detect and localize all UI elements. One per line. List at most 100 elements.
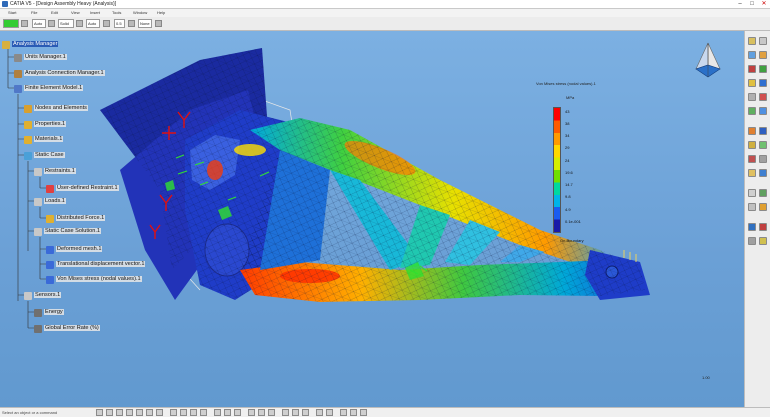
tree-item-static-case[interactable]: Static Case: [24, 150, 65, 161]
legend-value: 0.1e-001: [565, 219, 581, 224]
precision-tool-icon[interactable]: [748, 155, 756, 163]
sensor-tool-icon[interactable]: [759, 169, 767, 177]
catalog-icon[interactable]: [248, 409, 255, 416]
force-tool-icon[interactable]: [759, 79, 767, 87]
painter-icon[interactable]: [155, 20, 162, 27]
maximize-button[interactable]: □: [746, 0, 758, 9]
3d-viewport[interactable]: Analysis Manager Units Manager.1 Analysi…: [0, 31, 744, 407]
menu-window[interactable]: Window: [133, 9, 147, 17]
stress-legend[interactable]: Von Mises stress (nodal values).1 MPa 43…: [530, 81, 640, 281]
transparency-field[interactable]: 0.5: [114, 19, 125, 28]
clamp-tool-icon[interactable]: [748, 65, 756, 73]
command-prompt[interactable]: Select an object or a command: [2, 409, 57, 416]
tree-item-energy[interactable]: Energy: [34, 307, 64, 318]
pressure-tool-icon[interactable]: [748, 79, 756, 87]
adaptivity-tool-icon[interactable]: [759, 203, 767, 211]
export-tool-icon[interactable]: [759, 189, 767, 197]
close-button[interactable]: ✕: [758, 0, 770, 9]
tree-item-force[interactable]: Distributed Force.1: [46, 213, 106, 224]
animate-tool-icon[interactable]: [759, 155, 767, 163]
moment-tool-icon[interactable]: [748, 93, 756, 101]
zoom-in-icon[interactable]: [126, 409, 133, 416]
menu-tools[interactable]: Tools: [112, 9, 121, 17]
snap-icon[interactable]: [340, 409, 347, 416]
menu-file[interactable]: File: [31, 9, 37, 17]
minimize-button[interactable]: –: [734, 0, 746, 9]
dropdown-icon[interactable]: [21, 20, 28, 27]
menu-edit[interactable]: Edit: [51, 9, 58, 17]
tree-item-sensors[interactable]: Sensors.1: [24, 290, 62, 301]
menu-view[interactable]: View: [71, 9, 80, 17]
tree-item-solution[interactable]: Static Case Solution.1: [34, 226, 102, 237]
measure-tool-icon[interactable]: [759, 237, 767, 245]
hide-show-icon[interactable]: [190, 409, 197, 416]
normal-view-icon[interactable]: [156, 409, 163, 416]
deformation-tool-icon[interactable]: [759, 127, 767, 135]
restraint-tool-icon[interactable]: [759, 51, 767, 59]
image-tool-icon[interactable]: [748, 127, 756, 135]
measure-between-icon[interactable]: [258, 409, 265, 416]
solver-tool-icon[interactable]: [759, 223, 767, 231]
menu-help[interactable]: Help: [157, 9, 165, 17]
tree-item-restraints[interactable]: Restraints.1: [34, 166, 76, 177]
mesh-tool-icon[interactable]: [748, 37, 756, 45]
tree-item-loads[interactable]: Loads.1: [34, 196, 66, 207]
render-icon[interactable]: [326, 409, 333, 416]
style-icon[interactable]: [128, 20, 135, 27]
cut-plane-tool-icon[interactable]: [748, 169, 756, 177]
tree-item-error-rate[interactable]: Global Error Rate (%): [34, 323, 100, 334]
info-tool-icon[interactable]: [748, 237, 756, 245]
fit-all-icon[interactable]: [146, 409, 153, 416]
acceleration-tool-icon[interactable]: [759, 93, 767, 101]
render-field[interactable]: None: [138, 19, 152, 28]
select-icon[interactable]: [96, 409, 103, 416]
undo-icon[interactable]: [224, 409, 231, 416]
tree-item-mesh[interactable]: Deformed mesh.1: [46, 244, 103, 255]
axis-icon[interactable]: [360, 409, 367, 416]
formula-icon[interactable]: [292, 409, 299, 416]
compass-icon[interactable]: [686, 39, 730, 83]
compute-tool-icon[interactable]: [748, 51, 756, 59]
stress-tool-icon[interactable]: [748, 141, 756, 149]
tree-item-von-mises[interactable]: Von Mises stress (nodal values).1: [46, 274, 142, 285]
pan-icon[interactable]: [106, 409, 113, 416]
layer-field[interactable]: Auto: [86, 19, 100, 28]
swap-space-icon[interactable]: [200, 409, 207, 416]
tree-item-properties[interactable]: Properties.1: [24, 119, 67, 130]
report-tool-icon[interactable]: [748, 189, 756, 197]
iso-view-icon[interactable]: [170, 409, 177, 416]
lineweight-field[interactable]: Solid: [58, 19, 74, 28]
layer-icon[interactable]: [76, 20, 83, 27]
displacement-tool-icon[interactable]: [759, 141, 767, 149]
properties-tool-icon[interactable]: [759, 37, 767, 45]
load-tool-icon[interactable]: [759, 65, 767, 73]
zoom-out-icon[interactable]: [136, 409, 143, 416]
linetype-field[interactable]: Auto: [32, 19, 46, 28]
tree-item-fem[interactable]: Finite Element Model.1: [14, 83, 84, 94]
menu-start[interactable]: Start: [8, 9, 16, 17]
knowledge-icon[interactable]: [282, 409, 289, 416]
tree-item-user-restraint[interactable]: User-defined Restraint.1: [46, 183, 119, 194]
apply-material-icon[interactable]: [316, 409, 323, 416]
tree-item-nodes[interactable]: Nodes and Elements: [24, 103, 88, 114]
update-icon[interactable]: [214, 409, 221, 416]
tree-item-units[interactable]: Units Manager.1: [14, 52, 67, 63]
tree-item-displacement[interactable]: Translational displacement vector.1: [46, 259, 146, 270]
temperature-tool-icon[interactable]: [759, 107, 767, 115]
measure-item-icon[interactable]: [268, 409, 275, 416]
menu-insert[interactable]: Insert: [90, 9, 100, 17]
grid-icon[interactable]: [350, 409, 357, 416]
law-icon[interactable]: [302, 409, 309, 416]
color-field[interactable]: [3, 19, 19, 28]
redo-icon[interactable]: [234, 409, 241, 416]
analysis-tool-icon[interactable]: [748, 223, 756, 231]
tree-item-connections[interactable]: Analysis Connection Manager.1: [14, 68, 105, 79]
shading-icon[interactable]: [180, 409, 187, 416]
group-tool-icon[interactable]: [748, 203, 756, 211]
line-icon[interactable]: [48, 20, 55, 27]
tree-root[interactable]: Analysis Manager: [2, 39, 59, 50]
mass-tool-icon[interactable]: [748, 107, 756, 115]
filter-icon[interactable]: [103, 20, 110, 27]
tree-item-materials[interactable]: Materials.1: [24, 134, 64, 145]
rotate-icon[interactable]: [116, 409, 123, 416]
